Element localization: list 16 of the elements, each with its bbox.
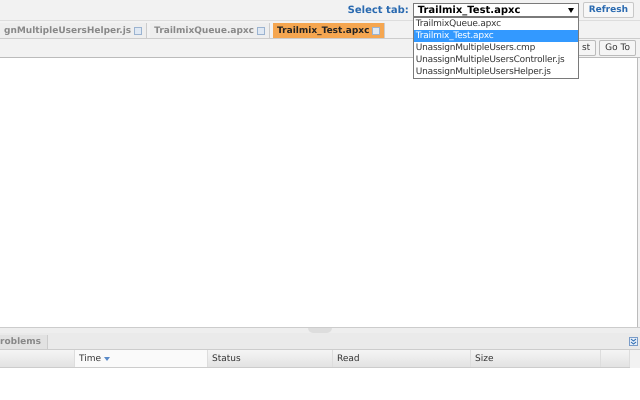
close-icon[interactable] [372,26,380,34]
column-header[interactable]: Size [471,350,601,367]
tab-select[interactable]: Trailmix_Test.apxc [412,3,579,17]
close-icon[interactable] [257,26,266,34]
select-tab-label: Select tab: [348,4,409,16]
collapse-icon[interactable] [629,337,638,346]
close-icon[interactable] [134,26,142,34]
toolbar-button[interactable]: Go To [599,40,636,56]
column-header[interactable]: Time [75,350,208,367]
column-header[interactable]: Status [208,350,333,367]
dropdown-arrow-icon [568,8,574,12]
refresh-button[interactable]: Refresh [582,2,634,18]
sort-icon [104,356,110,360]
splitter-handle[interactable] [308,328,332,333]
file-tab[interactable]: Trailmix_Test.apxc [273,23,386,38]
column-header[interactable]: Read [333,350,471,367]
